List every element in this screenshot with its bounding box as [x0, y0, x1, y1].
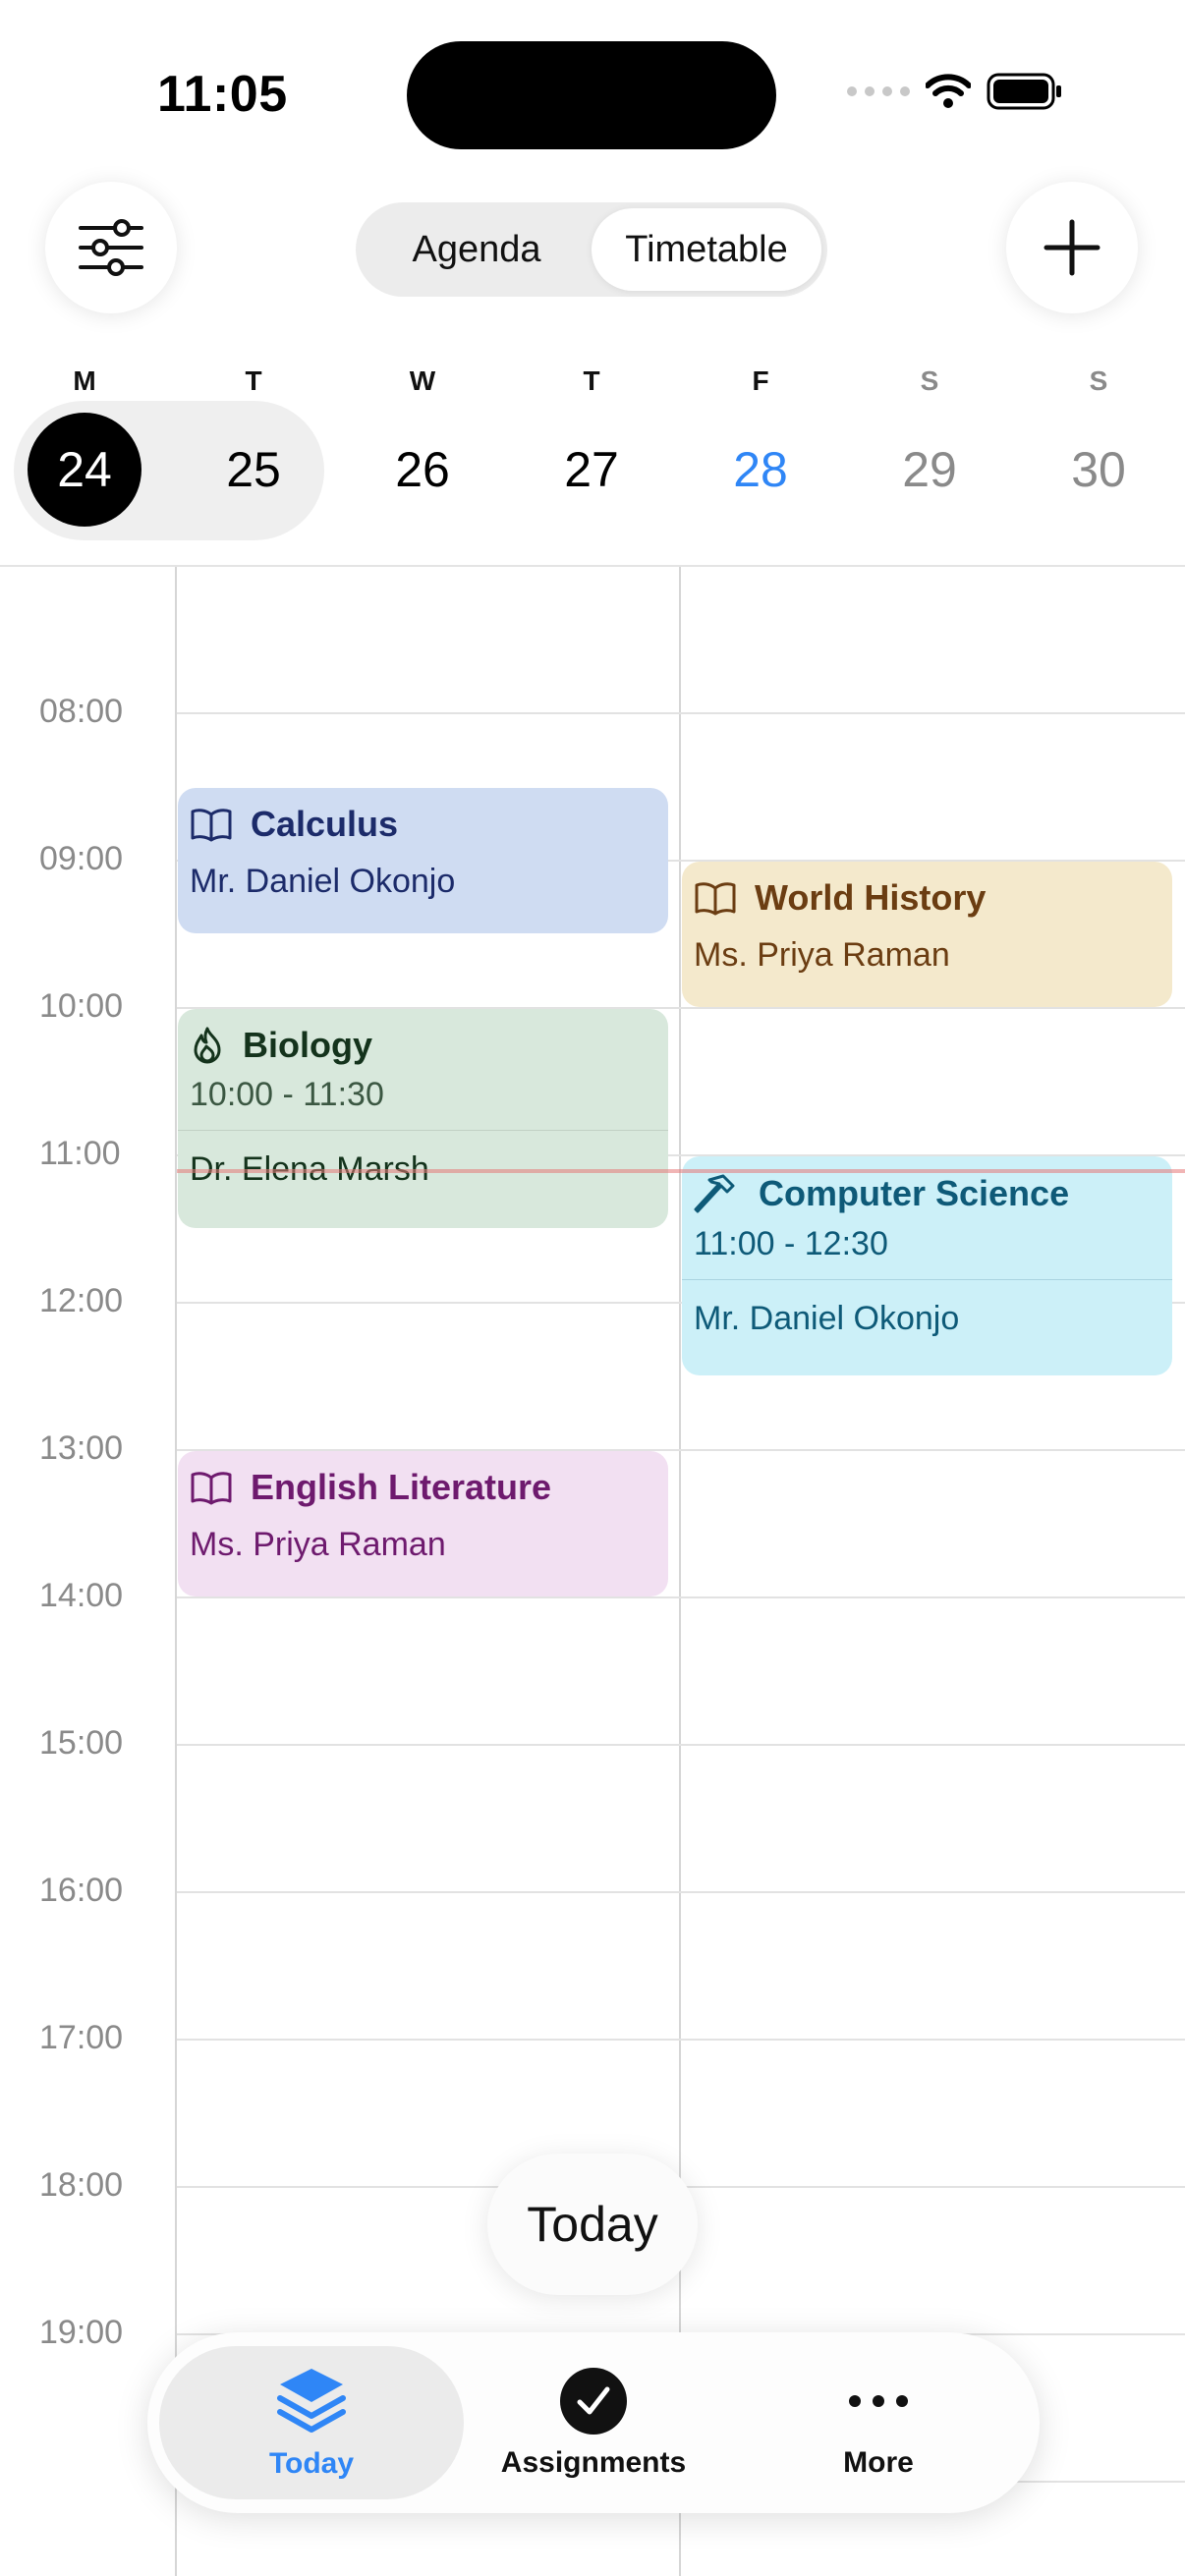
day-number: 30 [1071, 442, 1126, 497]
current-time-indicator [177, 1169, 1185, 1173]
event-teacher: Ms. Priya Raman [190, 1526, 446, 1563]
event-title: Computer Science [759, 1173, 1070, 1213]
day-letter: F [752, 365, 769, 396]
hour-label: 14:00 [39, 1577, 124, 1614]
tab-label: Assignments [500, 2446, 687, 2479]
hour-label: 12:00 [39, 1282, 124, 1319]
day-number: 25 [226, 442, 281, 497]
wifi-icon [926, 74, 971, 108]
view-segmented-control: Agenda Timetable [356, 202, 827, 297]
event-title-row: Biology [190, 1025, 656, 1066]
day-column-divider [679, 567, 681, 2576]
hour-label: 18:00 [39, 2166, 124, 2204]
tab-assignments[interactable]: Assignments [446, 2346, 741, 2499]
day-number: 27 [564, 442, 619, 497]
hour-label: 11:00 [39, 1135, 121, 1172]
day-letter: T [583, 365, 600, 396]
tab-today[interactable]: Today [159, 2346, 464, 2499]
event-time: 11:00 - 12:30 [694, 1225, 888, 1262]
cellular-signal-icon [847, 86, 910, 96]
time-column-divider [175, 567, 177, 2576]
tab-label: Today [268, 2447, 355, 2480]
event-title: Biology [243, 1025, 372, 1065]
hour-label: 15:00 [39, 1724, 124, 1762]
event-title: World History [755, 877, 987, 918]
tab-more[interactable]: More [731, 2346, 1026, 2499]
event-title: English Literature [251, 1467, 552, 1507]
status-indicators [847, 73, 1063, 110]
hammer-icon [694, 1174, 735, 1213]
segment-agenda[interactable]: Agenda [362, 208, 592, 291]
event-divider [178, 1130, 668, 1131]
segment-timetable[interactable]: Timetable [592, 208, 821, 291]
day-number-today: 28 [733, 442, 788, 497]
tab-bar: Today Assignments More [147, 2332, 1040, 2513]
event-title-row: World History [694, 877, 1160, 919]
plus-icon [1044, 219, 1100, 276]
day-number: 29 [902, 442, 957, 497]
tab-label: More [843, 2446, 914, 2479]
hour-label: 17:00 [39, 2019, 124, 2056]
hour-label: 13:00 [39, 1429, 124, 1467]
dynamic-island [407, 41, 776, 149]
sliders-icon [79, 219, 143, 276]
filter-button[interactable] [45, 182, 177, 313]
day-letter: S [920, 365, 939, 396]
event-calculus[interactable]: Calculus Mr. Daniel Okonjo [178, 788, 668, 933]
event-computer-science[interactable]: Computer Science 11:00 - 12:30 Mr. Danie… [682, 1156, 1172, 1375]
day-number: 24 [0, 405, 169, 534]
event-english-literature[interactable]: English Literature Ms. Priya Raman [178, 1451, 668, 1596]
book-icon [191, 1472, 232, 1505]
hour-label: 09:00 [39, 840, 124, 877]
hour-line [177, 1744, 1185, 1746]
stack-icon [277, 2369, 346, 2433]
event-divider [682, 1279, 1172, 1280]
checkmark-circle-icon [560, 2368, 627, 2435]
event-title-row: Computer Science [694, 1172, 1160, 1215]
day-number: 26 [395, 442, 450, 497]
event-biology[interactable]: Biology 10:00 - 11:30 Dr. Elena Marsh [178, 1009, 668, 1228]
event-time: 10:00 - 11:30 [190, 1076, 384, 1113]
event-title-row: English Literature [190, 1467, 656, 1508]
book-icon [191, 809, 232, 842]
hour-line [177, 2039, 1185, 2041]
event-teacher: Mr. Daniel Okonjo [694, 1300, 960, 1337]
day-letter: T [245, 365, 262, 396]
battery-icon [987, 73, 1061, 110]
day-letter: M [73, 365, 96, 396]
today-button[interactable]: Today [487, 2154, 698, 2295]
event-title: Calculus [251, 804, 399, 844]
flame-icon [194, 1027, 221, 1064]
hour-line [177, 1596, 1185, 1598]
status-time: 11:05 [157, 66, 288, 123]
day-letter: W [409, 365, 436, 396]
event-teacher: Mr. Daniel Okonjo [190, 863, 456, 900]
hour-label: 19:00 [39, 2314, 124, 2351]
book-icon [695, 882, 736, 916]
event-teacher: Ms. Priya Raman [694, 936, 950, 974]
event-world-history[interactable]: World History Ms. Priya Raman [682, 862, 1172, 1007]
hour-line [177, 1891, 1185, 1893]
ellipsis-icon [849, 2395, 908, 2407]
hour-line [177, 712, 1185, 714]
hour-label: 16:00 [39, 1872, 124, 1909]
add-button[interactable] [1006, 182, 1138, 313]
hour-label: 08:00 [39, 693, 124, 730]
selected-day-circle: 24 [28, 413, 141, 527]
day-letter: S [1089, 365, 1108, 396]
event-title-row: Calculus [190, 804, 656, 845]
hour-label: 10:00 [39, 987, 124, 1025]
